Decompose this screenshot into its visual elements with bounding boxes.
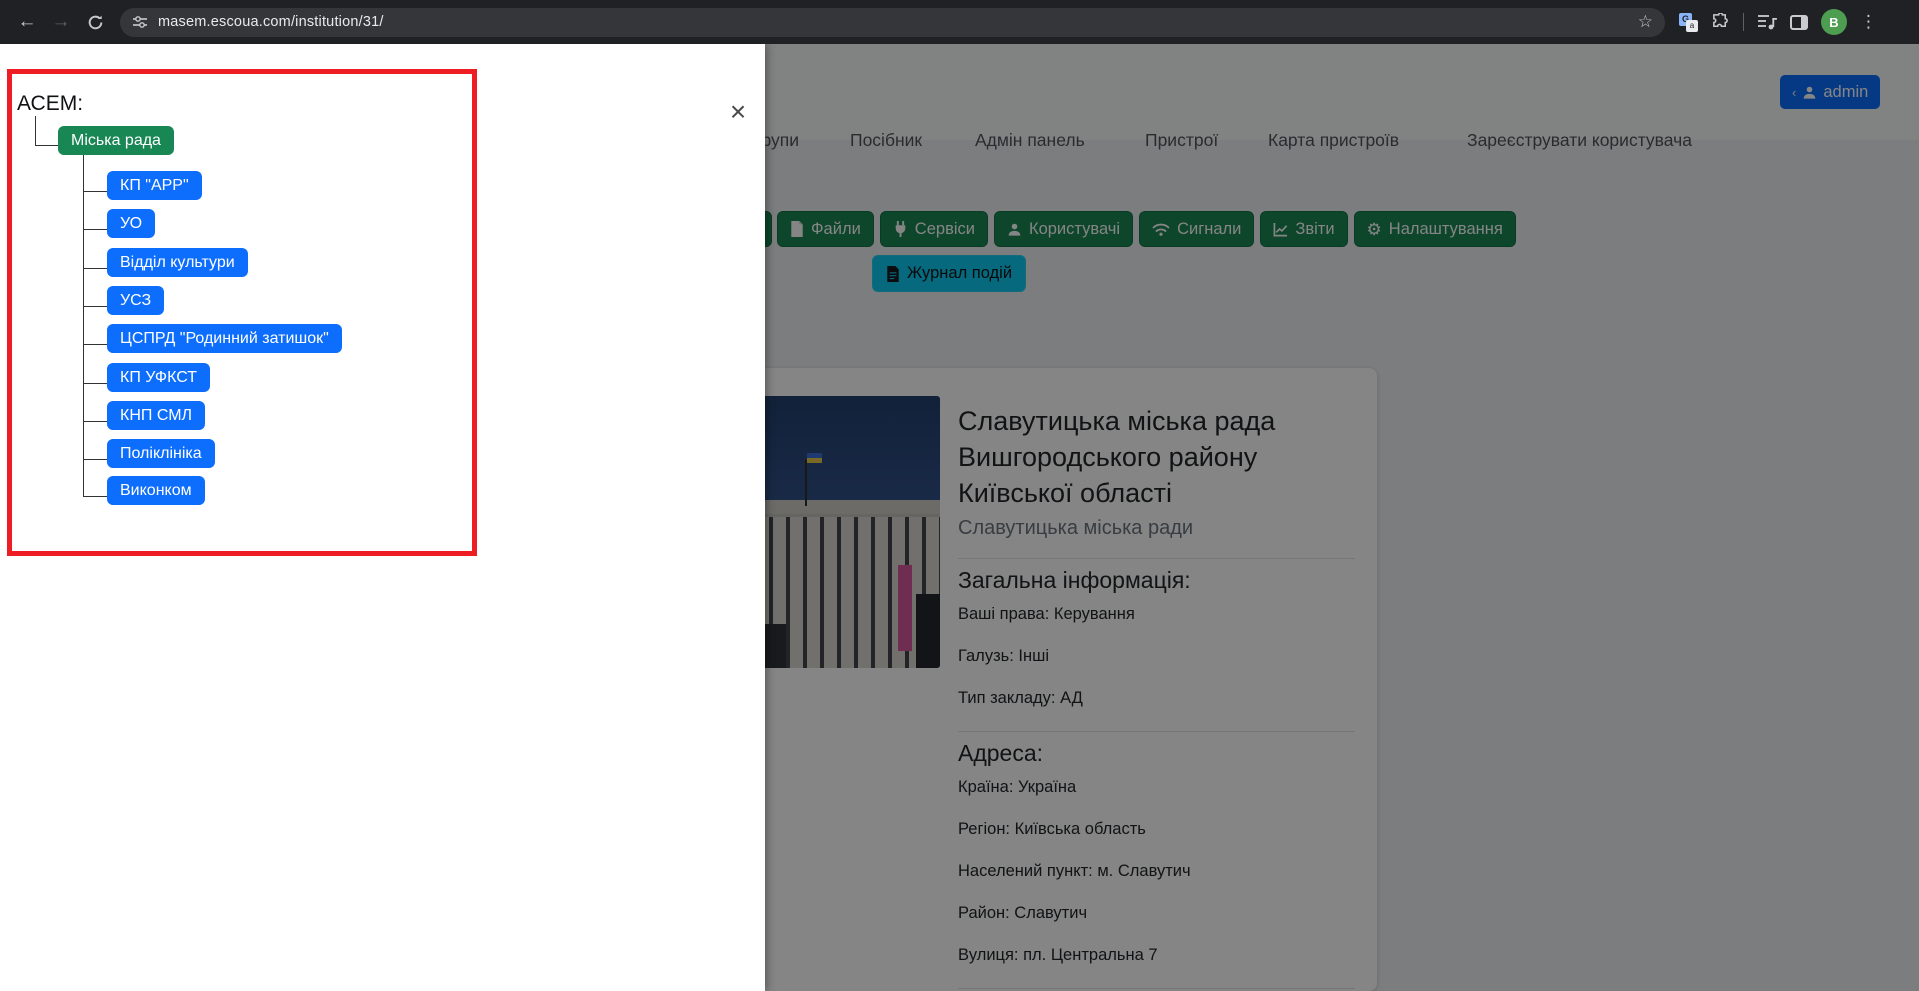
site-settings-icon[interactable]	[132, 14, 148, 30]
browser-chrome: ← → masem.escoua.com/institution/31/ ☆ G…	[0, 0, 1919, 44]
close-icon[interactable]: ×	[720, 94, 756, 130]
tree-connector	[83, 344, 107, 345]
screen: ← → masem.escoua.com/institution/31/ ☆ G…	[0, 0, 1919, 991]
tree-connector	[83, 306, 107, 307]
tree-connector	[83, 459, 107, 460]
side-panel-icon[interactable]	[1790, 15, 1808, 30]
tree-node-child[interactable]: ЦСПРД "Родинний затишок"	[107, 324, 342, 353]
profile-avatar[interactable]: B	[1821, 9, 1847, 35]
tree-node-child[interactable]: КП УФКСТ	[107, 363, 210, 392]
tree-node-child[interactable]: КНП СМЛ	[107, 401, 205, 430]
tree-node-root[interactable]: Міська рада	[58, 126, 174, 155]
tree-node-child[interactable]: Відділ культури	[107, 248, 248, 277]
extensions-icon[interactable]	[1711, 13, 1730, 32]
tree-connector	[83, 155, 84, 496]
tree-connector	[83, 421, 107, 422]
forward-icon[interactable]: →	[44, 5, 78, 39]
reload-icon[interactable]	[78, 5, 112, 39]
tree-node-child[interactable]: КП "АРР"	[107, 171, 202, 200]
media-controls-icon[interactable]	[1757, 13, 1777, 31]
tree-node-child[interactable]: Виконком	[107, 476, 205, 505]
tree-connector	[83, 268, 107, 269]
address-bar[interactable]: masem.escoua.com/institution/31/ ☆	[120, 8, 1665, 37]
url-text: masem.escoua.com/institution/31/	[158, 14, 384, 30]
back-icon[interactable]: ←	[10, 5, 44, 39]
translate-icon[interactable]: G a	[1679, 13, 1698, 32]
tree-connector	[83, 383, 107, 384]
tree-connector	[35, 116, 58, 146]
tree-connector	[83, 191, 107, 192]
bookmark-star-icon[interactable]: ☆	[1638, 12, 1653, 32]
chrome-menu-icon[interactable]: ⋮	[1860, 12, 1877, 32]
tree-connector	[83, 229, 107, 230]
tree-connector	[83, 496, 107, 497]
tree-node-child[interactable]: УСЗ	[107, 286, 164, 315]
tree-node-child[interactable]: УО	[107, 209, 155, 238]
tree-title: АСЕМ:	[17, 92, 83, 116]
divider	[1743, 13, 1744, 31]
hierarchy-modal: × АСЕМ: Міська рада КП "АРР" УО Відділ к…	[0, 44, 765, 991]
tree-node-child[interactable]: Поліклініка	[107, 439, 215, 468]
chrome-icons: G a B ⋮	[1679, 9, 1877, 35]
